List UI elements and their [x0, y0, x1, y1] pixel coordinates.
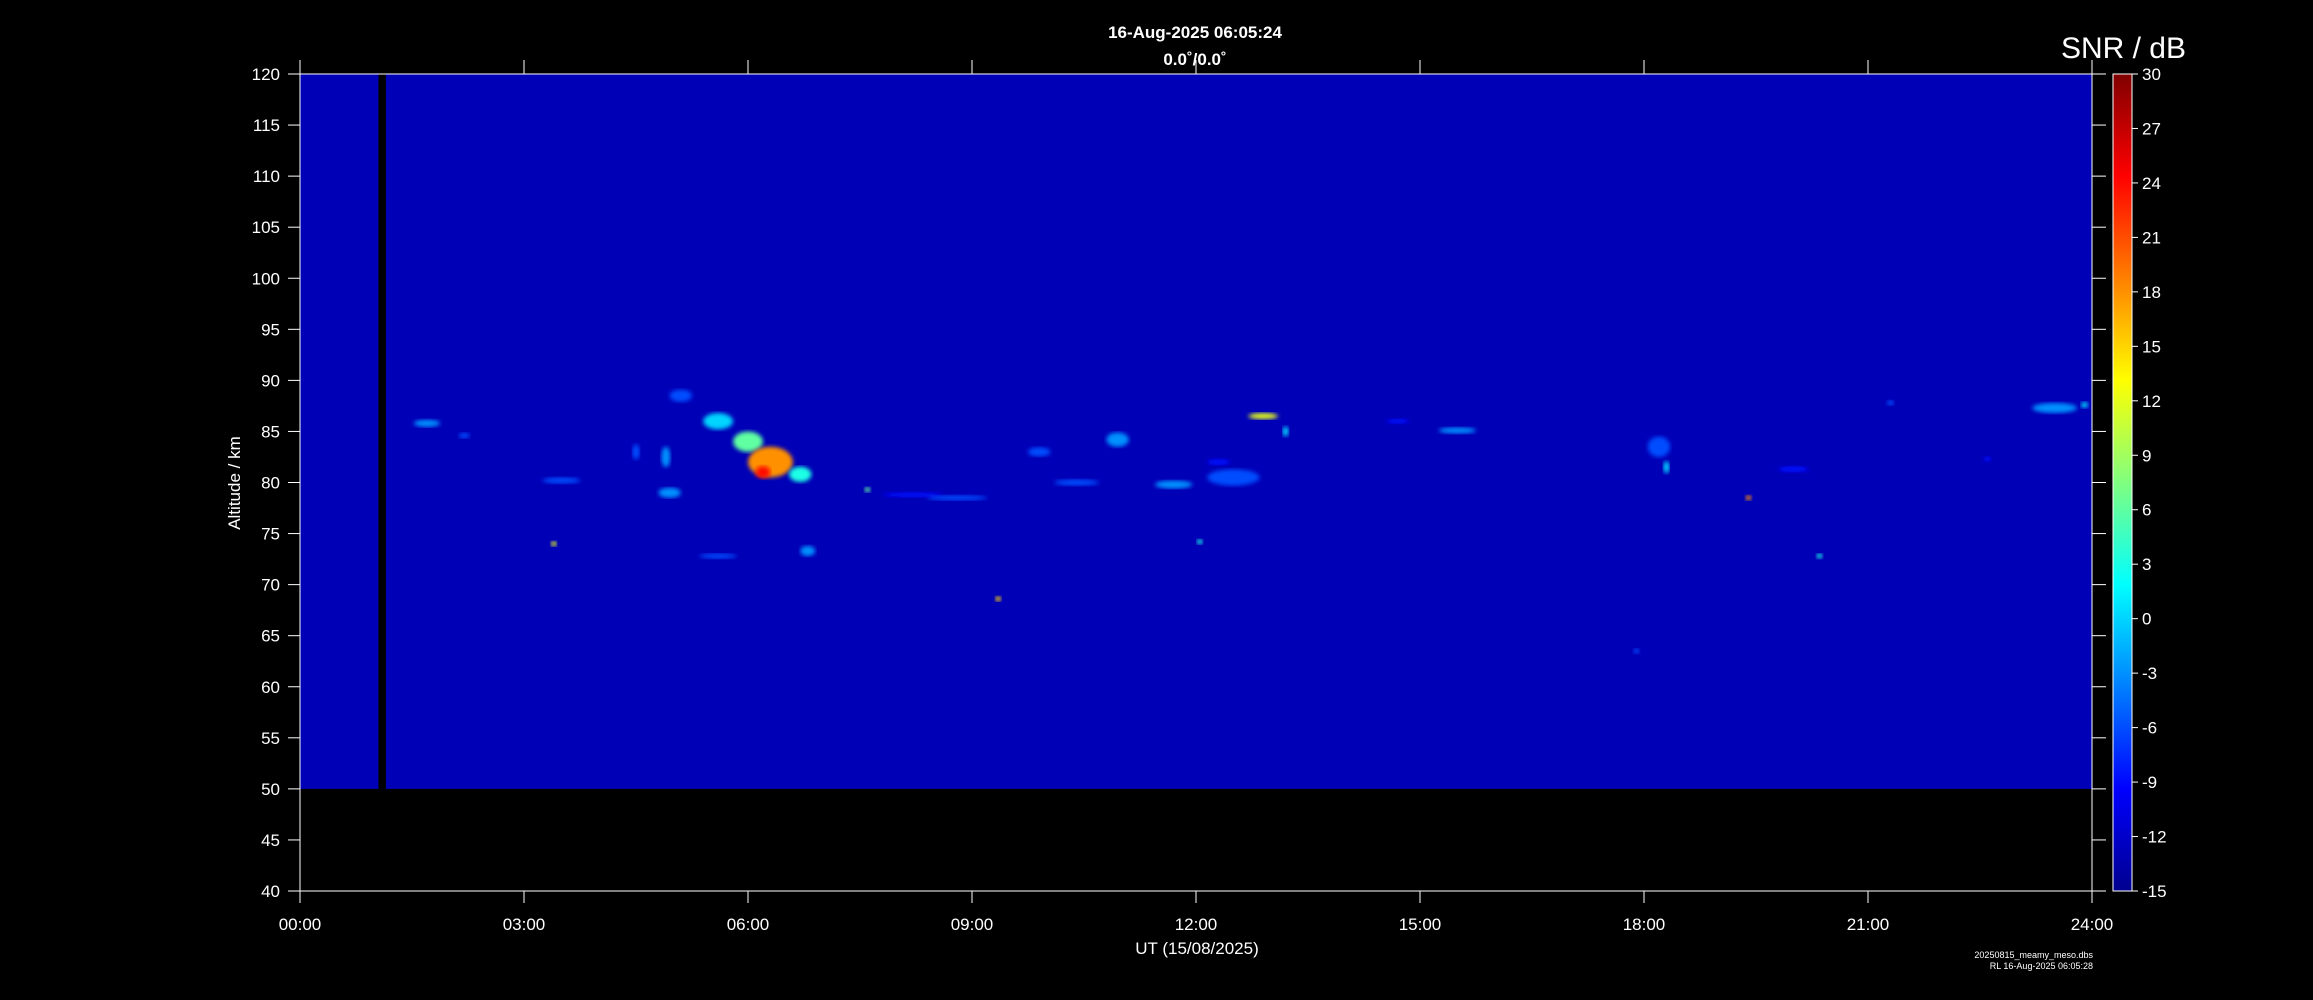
- colorbar-tick-label: 9: [2142, 446, 2151, 465]
- echo-patch: [927, 495, 987, 501]
- heatmap-background: [300, 74, 2092, 789]
- echo-patch: [658, 487, 681, 498]
- echo-patch: [789, 466, 812, 482]
- y-tick-label: 70: [261, 576, 280, 595]
- y-tick-label: 40: [261, 882, 280, 901]
- y-tick-label: 95: [261, 320, 280, 339]
- echo-patch: [1663, 461, 1670, 474]
- echo-patch: [1207, 469, 1260, 486]
- colorbar-tick-label: -9: [2142, 773, 2157, 792]
- x-axis-label: UT (15/08/2025): [1135, 939, 1258, 958]
- echo-patch: [632, 444, 640, 460]
- echo-patch: [1983, 456, 1992, 462]
- echo-patch: [1248, 413, 1279, 420]
- echo-patch: [661, 446, 671, 468]
- colorbar-tick-label: -15: [2142, 882, 2167, 901]
- x-tick-label: 21:00: [1847, 915, 1890, 934]
- echo-patch: [2032, 402, 2078, 414]
- colorbar-tick-label: 3: [2142, 555, 2151, 574]
- colorbar-tick-label: -3: [2142, 664, 2157, 683]
- y-tick-label: 100: [252, 269, 280, 288]
- x-tick-label: 18:00: [1623, 915, 1666, 934]
- echo-patch: [542, 477, 580, 484]
- x-tick-label: 15:00: [1399, 915, 1442, 934]
- echo-patch: [1778, 466, 1809, 473]
- echo-patch: [1054, 479, 1099, 486]
- echo-patch: [1886, 400, 1895, 406]
- footer-timestamp: RL 16-Aug-2025 06:05:28: [1990, 961, 2093, 971]
- colorbar: [2112, 73, 2133, 892]
- echo-patch: [703, 413, 734, 430]
- x-tick-label: 12:00: [1175, 915, 1218, 934]
- colorbar-tick-label: 21: [2142, 228, 2161, 247]
- echo-patch: [1386, 418, 1409, 424]
- x-tick-label: 09:00: [951, 915, 994, 934]
- chart-subtitle: 0.0˚/0.0˚: [1163, 50, 1226, 69]
- echo-patch: [1282, 426, 1289, 437]
- echo-patch: [1106, 432, 1129, 447]
- echo-patch: [864, 487, 871, 493]
- y-tick-label: 90: [261, 371, 280, 390]
- echo-patch: [748, 446, 793, 478]
- echo-patch: [2080, 401, 2089, 408]
- y-axis-label: Altitude / km: [225, 436, 244, 530]
- echo-patch: [1154, 480, 1193, 489]
- echo-patch: [995, 596, 1002, 602]
- colorbar-tick-label: -12: [2142, 828, 2167, 847]
- colorbar-label: SNR / dB: [2061, 32, 2186, 65]
- colorbar-tick-label: 12: [2142, 392, 2161, 411]
- echo-patch: [1028, 447, 1051, 457]
- echo-patch: [733, 431, 763, 452]
- x-tick-label: 03:00: [503, 915, 546, 934]
- y-tick-label: 50: [261, 780, 280, 799]
- colorbar-ticks: 302724211815129630-3-6-9-12-15: [2132, 65, 2167, 901]
- echo-patch: [1647, 436, 1671, 457]
- echo-patch: [699, 553, 737, 559]
- snr-heatmap-chart: 16-Aug-2025 06:05:24 0.0˚/0.0˚ 00:00 03:0…: [225, 23, 2186, 971]
- echo-patch: [1207, 459, 1230, 466]
- colorbar-tick-label: 30: [2142, 65, 2161, 84]
- y-tick-label: 60: [261, 678, 280, 697]
- colorbar-tick-label: 18: [2142, 283, 2161, 302]
- plot-area: [300, 74, 2092, 789]
- echo-patch: [413, 419, 440, 427]
- echo-patch: [755, 466, 771, 479]
- colorbar-tick-label: 24: [2142, 174, 2161, 193]
- y-tick-label: 75: [261, 525, 280, 544]
- echo-patch: [550, 541, 557, 547]
- colorbar-tick-label: -6: [2142, 719, 2157, 738]
- echo-patch: [1745, 495, 1752, 501]
- echo-patch: [1633, 648, 1640, 654]
- colorbar-tick-label: 15: [2142, 337, 2161, 356]
- echo-patch: [1438, 427, 1477, 434]
- footer-file-name: 20250815_meamy_meso.dbs: [1974, 950, 2093, 960]
- y-tick-label: 105: [252, 218, 280, 237]
- chart-title: 16-Aug-2025 06:05:24: [1108, 23, 1282, 42]
- colorbar-tick-label: 0: [2142, 610, 2151, 629]
- data-gap: [378, 74, 386, 789]
- y-tick-label: 115: [253, 116, 280, 135]
- y-tick-label: 65: [261, 627, 280, 646]
- echo-patch: [669, 389, 692, 402]
- echo-patch: [458, 432, 470, 439]
- echo-patch: [1816, 553, 1823, 559]
- y-tick-label: 110: [253, 167, 280, 186]
- y-tick-label: 120: [252, 65, 280, 84]
- echo-patch: [800, 545, 816, 557]
- x-tick-label: 00:00: [279, 915, 322, 934]
- y-tick-label: 80: [261, 474, 280, 493]
- colorbar-tick-label: 6: [2142, 501, 2151, 520]
- x-tick-label: 24:00: [2071, 915, 2114, 934]
- y-tick-label: 85: [261, 422, 280, 441]
- y-tick-label: 45: [261, 831, 280, 850]
- y-tick-label: 55: [261, 729, 280, 748]
- echo-patch: [1196, 539, 1203, 545]
- x-tick-label: 06:00: [727, 915, 770, 934]
- colorbar-tick-label: 27: [2142, 119, 2161, 138]
